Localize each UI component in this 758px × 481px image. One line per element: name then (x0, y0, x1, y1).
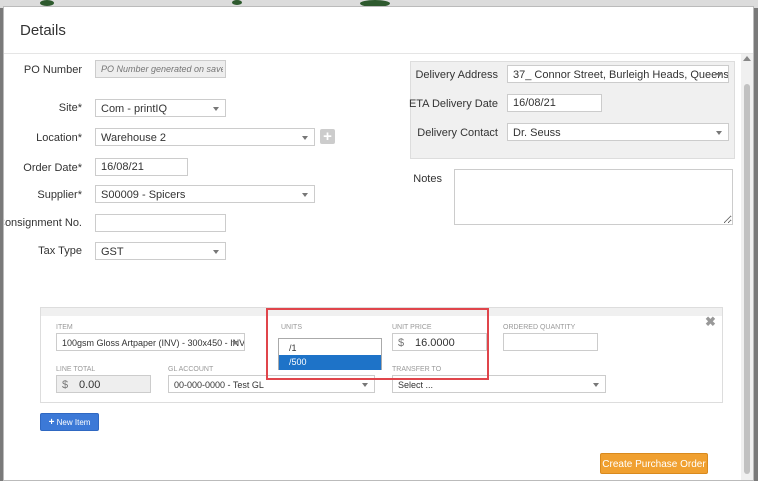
add-location-button[interactable]: + (320, 129, 335, 144)
supplier-label: Supplier* (37, 189, 82, 201)
chevron-down-icon (716, 131, 722, 135)
line-total-label: LINE TOTAL (56, 366, 96, 373)
chevron-down-icon (213, 250, 219, 254)
transfer-to-value: Select ... (398, 380, 434, 390)
new-item-label: New Item (56, 418, 91, 427)
tax-type-label: Tax Type (38, 245, 82, 257)
location-label: Location* (36, 132, 82, 144)
item-label: ITEM (56, 324, 73, 331)
supplier-value: S00009 - Spicers (101, 189, 186, 201)
delivery-contact-value: Dr. Seuss (513, 127, 561, 139)
chevron-down-icon (593, 383, 599, 387)
gl-account-label: GL ACCOUNT (168, 366, 214, 373)
create-purchase-order-button[interactable]: Create Purchase Order (600, 453, 708, 474)
currency-symbol: $ (61, 379, 69, 391)
notes-textarea[interactable] (454, 169, 733, 225)
location-value: Warehouse 2 (101, 132, 167, 144)
modal-scrollbar[interactable] (741, 54, 753, 480)
new-item-button[interactable]: + New Item (40, 413, 99, 431)
plus-icon: + (323, 128, 332, 145)
chevron-down-icon (716, 73, 722, 77)
order-date-input[interactable] (95, 158, 188, 176)
background-decoration (232, 0, 242, 5)
site-value: Com - printIQ (101, 103, 168, 115)
eta-delivery-label: ETA Delivery Date (408, 98, 498, 110)
item-select[interactable]: 100gsm Gloss Artpaper (INV) - 300x450 - … (56, 333, 245, 351)
consignment-input[interactable] (95, 214, 226, 232)
delivery-address-select[interactable]: 37_ Connor Street, Burleigh Heads, Queen… (507, 65, 729, 83)
tax-type-select[interactable]: GST (95, 242, 226, 260)
highlight-annotation (266, 308, 489, 380)
line-total-value: 0.00 (79, 379, 101, 391)
modal-title: Details (20, 22, 66, 39)
delivery-contact-select[interactable]: Dr. Seuss (507, 123, 729, 141)
order-date-label: Order Date* (23, 162, 82, 174)
po-number-input (95, 60, 226, 78)
consignment-label: Consignment No. (3, 217, 82, 229)
eta-delivery-input[interactable] (507, 94, 602, 112)
delivery-address-value: 37_ Connor Street, Burleigh Heads, Queen… (513, 69, 729, 81)
close-icon[interactable]: ✖ (705, 314, 716, 330)
line-total-field: $ 0.00 (56, 375, 151, 393)
gl-account-value: 00-000-0000 - Test GL (174, 380, 264, 390)
item-value: 100gsm Gloss Artpaper (INV) - 300x450 - … (62, 338, 245, 348)
plus-icon: + (48, 417, 55, 428)
site-select[interactable]: Com - printIQ (95, 99, 226, 117)
tax-type-value: GST (101, 246, 124, 258)
ordered-quantity-input[interactable] (503, 333, 598, 351)
chevron-down-icon (302, 136, 308, 140)
po-number-label: PO Number (23, 64, 82, 76)
supplier-select[interactable]: S00009 - Spicers (95, 185, 315, 203)
chevron-down-icon (362, 383, 368, 387)
delivery-contact-label: Delivery Contact (417, 127, 498, 139)
details-modal: Details PO Number Site* Com - printIQ Lo… (3, 6, 754, 481)
chevron-up-icon[interactable] (743, 56, 751, 61)
scroll-thumb[interactable] (744, 84, 750, 474)
chevron-down-icon (232, 341, 238, 345)
delivery-address-label: Delivery Address (415, 69, 498, 81)
site-label: Site* (58, 102, 82, 114)
ordered-quantity-label: ORDERED QUANTITY (503, 324, 576, 331)
notes-label: Notes (413, 173, 442, 185)
chevron-down-icon (213, 107, 219, 111)
chevron-down-icon (302, 193, 308, 197)
location-select[interactable]: Warehouse 2 (95, 128, 315, 146)
header-divider (4, 53, 753, 54)
